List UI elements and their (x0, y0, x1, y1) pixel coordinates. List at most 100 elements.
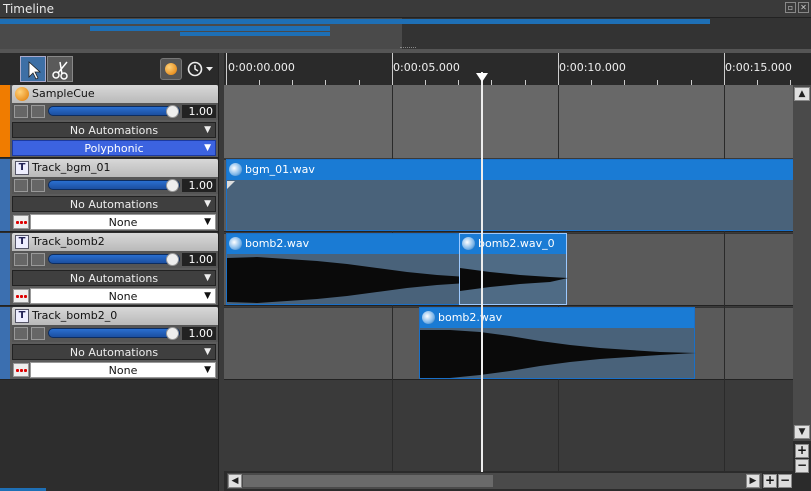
waveform-clip-selected[interactable]: bomb2.wav_0 (459, 233, 568, 305)
cue-automation-label: No Automations (69, 124, 159, 137)
track-automation-dropdown[interactable]: No Automations ▼ (12, 270, 216, 286)
cut-tool-button[interactable] (47, 56, 73, 82)
slider-knob[interactable] (166, 179, 179, 192)
playhead-marker-icon[interactable] (476, 73, 488, 82)
sequence-icon (13, 215, 29, 229)
track-color-stripe (0, 307, 10, 379)
select-tool-button[interactable] (20, 56, 46, 82)
track-volume-slider[interactable] (48, 179, 180, 192)
chevron-down-icon: ▼ (204, 273, 211, 283)
track-volume-row: 1.00 (12, 251, 218, 268)
cue-automation-dropdown[interactable]: No Automations ▼ (12, 122, 216, 138)
track-row[interactable]: T Track_bomb2 1.00 No Automations ▼ None ▼ (0, 233, 218, 306)
track-volume-slider[interactable] (48, 327, 180, 340)
track-header[interactable]: T Track_bomb2_0 (12, 307, 218, 325)
slider-knob[interactable] (166, 253, 179, 266)
waveform-icon (420, 330, 696, 378)
horizontal-scroll-thumb[interactable] (243, 475, 493, 487)
scroll-down-icon[interactable]: ▼ (794, 425, 810, 439)
meter-icon[interactable] (31, 179, 45, 192)
record-icon (165, 63, 177, 75)
track-name: Track_bomb2 (32, 235, 105, 248)
timeline-overview[interactable] (0, 18, 811, 50)
cue-volume-slider[interactable] (48, 105, 180, 118)
scroll-right-icon[interactable]: ▶ (746, 474, 760, 488)
track-volume-value[interactable]: 1.00 (182, 327, 216, 340)
timeline-tracks-area[interactable]: bgm_01.wav bomb2.wav bomb2.wav_0 bomb2.w… (224, 85, 793, 471)
slider-knob[interactable] (166, 105, 179, 118)
chevron-down-icon: ▼ (204, 347, 211, 357)
track-sequence-label: None (108, 364, 138, 377)
cue-volume-value[interactable]: 1.00 (182, 105, 216, 118)
track-volume-value[interactable]: 1.00 (182, 253, 216, 266)
chevron-down-icon: ▼ (204, 217, 211, 227)
envelope-icon[interactable] (14, 105, 28, 118)
ruler-label: 0:00:00.000 (228, 61, 295, 74)
track-header[interactable]: T Track_bomb2 (12, 233, 218, 251)
float-window-icon[interactable]: ▫ (785, 2, 796, 13)
zoom-in-horizontal-icon[interactable]: + (763, 474, 777, 488)
waveform-icon (460, 268, 568, 291)
envelope-icon[interactable] (14, 327, 28, 340)
overview-clip-bgm (0, 19, 710, 24)
time-display-menu[interactable] (186, 60, 216, 78)
cue-header[interactable]: SampleCue (12, 85, 218, 103)
vertical-scrollbar[interactable]: ▲ ▼ (793, 85, 811, 441)
close-icon[interactable]: ✕ (798, 2, 809, 13)
clip-name: bgm_01.wav (245, 163, 315, 176)
envelope-icon[interactable] (14, 179, 28, 192)
cue-mode-dropdown[interactable]: Polyphonic ▼ (12, 140, 216, 156)
track-name: Track_bomb2_0 (32, 309, 118, 322)
track-sequence-dropdown[interactable]: None ▼ (30, 288, 216, 304)
clip-name: bomb2.wav (245, 237, 310, 250)
clip-header[interactable]: bomb2.wav_0 (460, 234, 566, 254)
track-automation-label: No Automations (69, 272, 159, 285)
track-automation-dropdown[interactable]: No Automations ▼ (12, 344, 216, 360)
track-color-stripe (0, 233, 10, 305)
meter-icon[interactable] (31, 105, 45, 118)
chevron-down-icon: ▼ (204, 291, 211, 301)
clip-body[interactable] (227, 180, 793, 230)
waveform-clip[interactable]: bgm_01.wav (226, 159, 793, 231)
track-automation-dropdown[interactable]: No Automations ▼ (12, 196, 216, 212)
cue-volume-row: 1.00 (12, 103, 218, 120)
horizontal-scrollbar[interactable]: ◀ ▶ (227, 473, 762, 489)
playhead[interactable] (481, 72, 483, 472)
clip-name: bomb2.wav_0 (478, 237, 555, 250)
meter-icon[interactable] (31, 327, 45, 340)
cue-icon (15, 87, 29, 101)
meter-icon[interactable] (31, 253, 45, 266)
zoom-out-horizontal-icon[interactable]: − (778, 474, 792, 488)
track-sequence-dropdown[interactable]: None ▼ (30, 214, 216, 230)
scroll-left-icon[interactable]: ◀ (228, 474, 242, 488)
track-name: Track_bgm_01 (32, 161, 111, 174)
zoom-out-vertical-icon[interactable]: − (795, 459, 809, 473)
track-sequence-dropdown[interactable]: None ▼ (30, 362, 216, 378)
overview-clip-bomb2 (90, 26, 330, 31)
clip-header[interactable]: bomb2.wav (420, 308, 694, 328)
envelope-icon[interactable] (14, 253, 28, 266)
time-ruler[interactable]: 0:00:00.000 0:00:05.000 0:00:10.000 0:00… (224, 53, 811, 85)
window-title: Timeline (3, 2, 55, 16)
clip-header[interactable]: bgm_01.wav (227, 160, 793, 180)
zoom-in-vertical-icon[interactable]: + (795, 444, 809, 458)
track-automation-label: No Automations (69, 198, 159, 211)
track-row[interactable]: T Track_bomb2_0 1.00 No Automations ▼ Non… (0, 307, 218, 380)
track-volume-row: 1.00 (12, 325, 218, 342)
scissors-icon (52, 61, 68, 80)
track-header[interactable]: T Track_bgm_01 (12, 159, 218, 177)
scroll-up-icon[interactable]: ▲ (794, 87, 810, 101)
audio-clip-icon (229, 237, 242, 250)
fade-handle-icon[interactable] (227, 181, 237, 191)
chevron-down-icon: ▼ (204, 365, 211, 375)
waveform-clip[interactable]: bomb2.wav (419, 307, 696, 379)
slider-knob[interactable] (166, 327, 179, 340)
record-button[interactable] (160, 58, 182, 80)
cue-row[interactable]: SampleCue 1.00 No Automations ▼ Polyphoni… (0, 85, 218, 158)
track-row[interactable]: T Track_bgm_01 1.00 No Automations ▼ None… (0, 159, 218, 232)
track-volume-slider[interactable] (48, 253, 180, 266)
track-volume-value[interactable]: 1.00 (182, 179, 216, 192)
audio-clip-icon (422, 311, 435, 324)
clip-name: bomb2.wav (438, 311, 503, 324)
cue-lane[interactable] (224, 85, 793, 158)
